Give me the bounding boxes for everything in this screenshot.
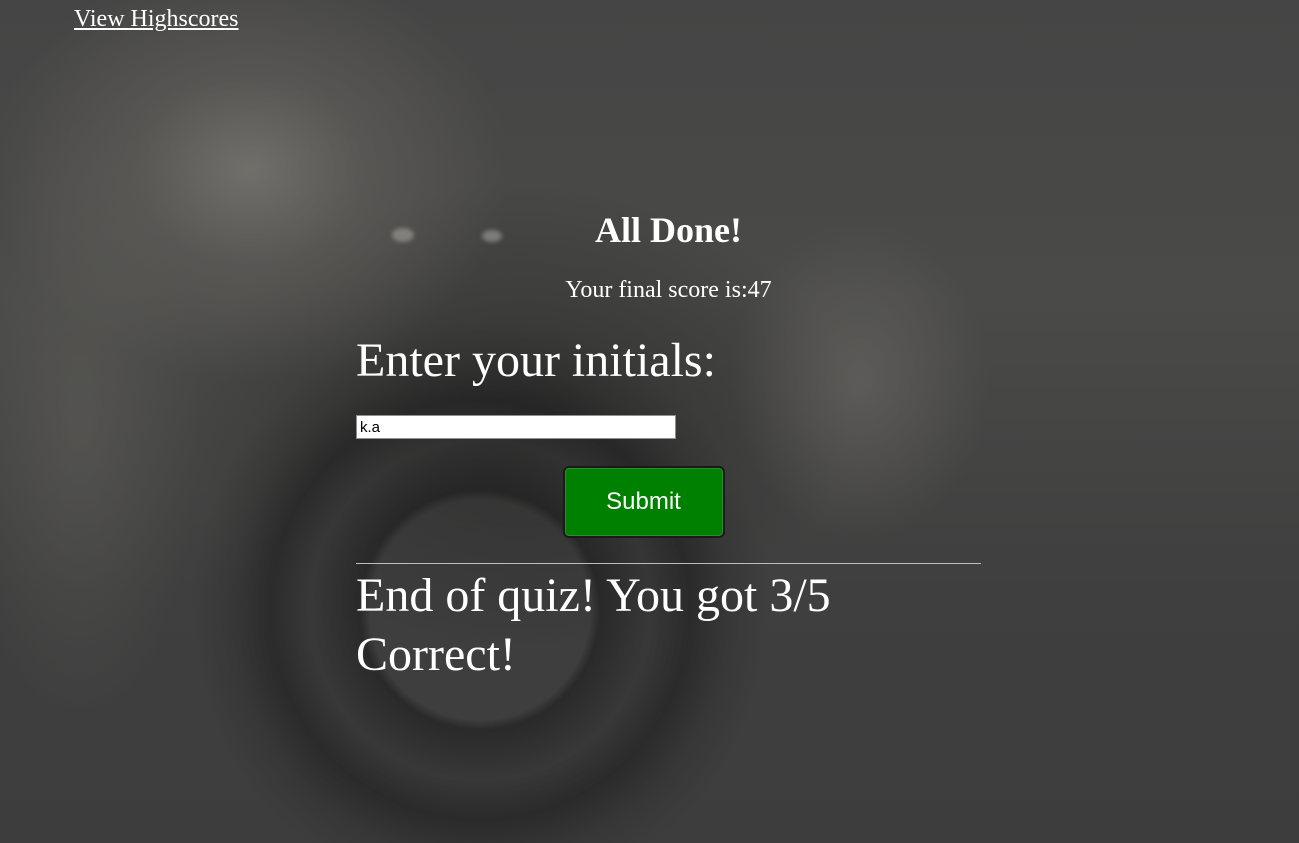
initials-label: Enter your initials: xyxy=(356,334,716,387)
view-highscores-link[interactable]: View Highscores xyxy=(74,6,239,33)
done-title: All Done! xyxy=(595,210,742,250)
submit-row: Submit xyxy=(356,466,981,538)
submit-button[interactable]: Submit xyxy=(562,466,725,538)
quiz-result-text: End of quiz! You got 3/5 Correct! xyxy=(356,569,831,681)
initials-input[interactable] xyxy=(356,415,676,439)
divider xyxy=(356,563,981,564)
quiz-summary-panel: All Done! Your final score is:47 Enter y… xyxy=(356,200,981,684)
final-score-text: Your final score is:47 xyxy=(565,277,772,303)
